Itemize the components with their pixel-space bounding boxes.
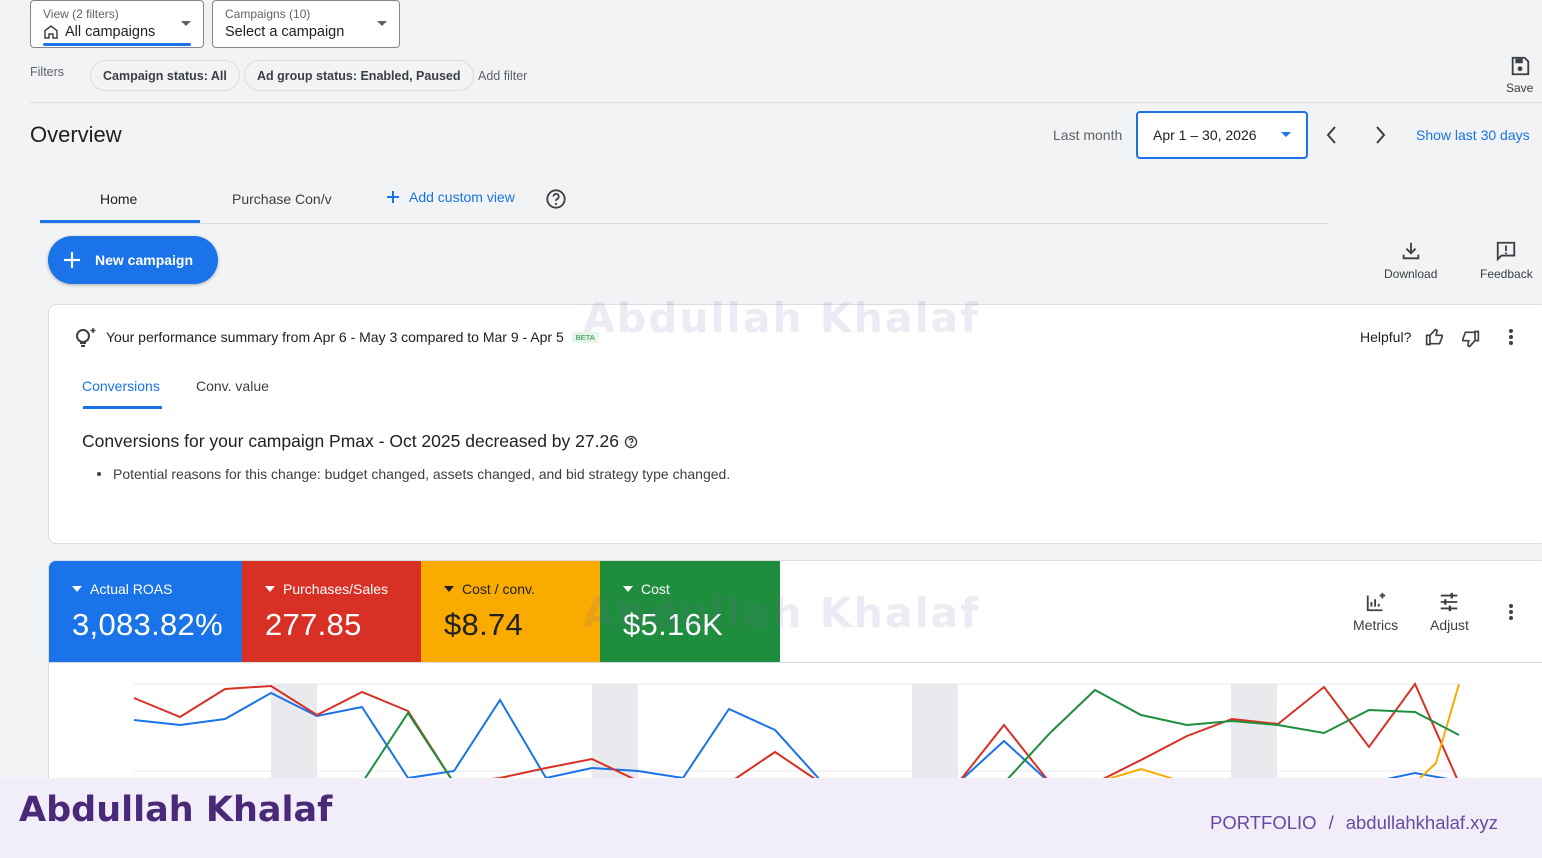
filters-label: Filters: [30, 65, 65, 79]
trend-chart: [133, 682, 1460, 783]
metrics-icon: [1366, 592, 1385, 612]
chevron-down-icon: [377, 21, 387, 26]
show-last-30-days-link[interactable]: Show last 30 days: [1416, 127, 1530, 143]
caret-down-icon: [265, 586, 275, 592]
footer-separator: /: [1328, 812, 1334, 833]
caret-down-icon: [444, 586, 454, 592]
date-range-value: Apr 1 – 30, 2026: [1153, 127, 1257, 143]
new-campaign-button[interactable]: New campaign: [48, 236, 218, 284]
metric-tile-actual-roas[interactable]: Actual ROAS 3,083.82%: [49, 561, 242, 662]
chevron-left-icon[interactable]: [1322, 124, 1342, 146]
summary-reason: Potential reasons for this change: budge…: [113, 466, 731, 482]
campaign-selector-label: Campaigns (10): [225, 7, 311, 21]
view-selector-underline: [43, 43, 191, 46]
metric-value: 277.85: [265, 607, 362, 642]
metrics-button[interactable]: Metrics: [1353, 591, 1398, 633]
summary-tab-conv-value[interactable]: Conv. value: [196, 378, 269, 394]
add-custom-view-label: Add custom view: [409, 189, 515, 205]
chevron-right-icon[interactable]: [1370, 124, 1390, 146]
summary-tab-conversions[interactable]: Conversions: [82, 378, 160, 394]
feedback-icon: [1497, 241, 1516, 262]
weekend-band: [271, 684, 317, 783]
filter-chip-ad-group-status[interactable]: Ad group status: Enabled, Paused: [244, 60, 474, 91]
metric-label: Purchases/Sales: [283, 581, 389, 597]
footer-name: Abdullah Khalaf: [19, 790, 333, 830]
chevron-down-icon: [181, 21, 191, 26]
metric-label: Cost / conv.: [462, 581, 535, 597]
home-icon: [44, 25, 58, 39]
new-campaign-label: New campaign: [95, 252, 194, 268]
help-icon[interactable]: [545, 188, 567, 210]
view-selector-value: All campaigns: [65, 24, 156, 40]
summary-headline: Conversions for your campaign Pmax - Oct…: [82, 431, 619, 451]
more-vert-icon[interactable]: [1503, 327, 1519, 347]
download-button[interactable]: Download: [1384, 240, 1437, 281]
footer-portfolio-label: PORTFOLIO: [1210, 812, 1317, 833]
watermark-text: Abdullah Khalaf: [583, 294, 981, 342]
helpful-label: Helpful?: [1360, 329, 1412, 345]
download-label: Download: [1384, 267, 1438, 281]
metric-tile-cost-per-conv[interactable]: Cost / conv. $8.74: [421, 561, 600, 662]
save-icon: [1511, 56, 1529, 76]
plus-icon: [64, 252, 80, 268]
metric-value: $8.74: [444, 607, 524, 642]
campaign-selector-value: Select a campaign: [225, 24, 345, 40]
metrics-label: Metrics: [1353, 617, 1399, 633]
header-divider: [30, 102, 1542, 103]
help-icon[interactable]: [624, 435, 638, 449]
tune-icon: [1441, 592, 1458, 612]
metric-value: 3,083.82%: [72, 607, 223, 642]
lightbulb-icon: [76, 328, 96, 347]
series-line-cost: [361, 688, 1460, 783]
date-range-picker[interactable]: Apr 1 – 30, 2026: [1136, 111, 1308, 159]
more-vert-icon[interactable]: [1503, 602, 1519, 622]
save-button[interactable]: Save: [1506, 55, 1533, 95]
adjust-button[interactable]: Adjust: [1430, 591, 1469, 633]
summary-title: Your performance summary from Apr 6 - Ma…: [106, 329, 564, 345]
bullet: [97, 472, 101, 476]
filter-chip-campaign-status[interactable]: Campaign status: All: [90, 60, 240, 91]
weekend-band: [1231, 684, 1277, 783]
tab-purchase-conv[interactable]: Purchase Con/v: [232, 191, 332, 207]
portfolio-footer: Abdullah Khalaf PORTFOLIO / abdullahkhal…: [0, 778, 1542, 858]
plus-icon: [387, 191, 399, 203]
tab-home[interactable]: Home: [100, 191, 137, 207]
save-label: Save: [1506, 81, 1534, 95]
view-selector-label: View (2 filters): [43, 7, 119, 21]
summary-tab-indicator: [83, 406, 162, 409]
watermark-text: Abdullah Khalaf: [583, 589, 981, 637]
weekend-band: [912, 684, 958, 783]
add-filter-button[interactable]: Add filter: [478, 69, 527, 83]
tabs-divider: [40, 223, 1328, 224]
last-month-label: Last month: [1053, 127, 1123, 143]
metric-label: Actual ROAS: [90, 581, 173, 597]
view-selector[interactable]: View (2 filters) All campaigns: [30, 0, 204, 48]
feedback-label: Feedback: [1480, 267, 1533, 281]
adjust-label: Adjust: [1430, 617, 1469, 633]
thumbs-down-icon[interactable]: [1460, 329, 1480, 349]
caret-down-icon: [72, 586, 82, 592]
thumbs-up-icon[interactable]: [1425, 327, 1445, 347]
add-custom-view-button[interactable]: Add custom view: [385, 189, 515, 205]
footer-site-link[interactable]: abdullahkhalaf.xyz: [1346, 812, 1498, 834]
feedback-button[interactable]: Feedback: [1480, 240, 1533, 281]
chevron-down-icon: [1281, 132, 1291, 137]
metric-tile-purchases-sales[interactable]: Purchases/Sales 277.85: [242, 561, 421, 662]
campaign-selector[interactable]: Campaigns (10) Select a campaign: [212, 0, 400, 48]
download-icon: [1402, 242, 1419, 260]
page-title: Overview: [30, 122, 122, 147]
